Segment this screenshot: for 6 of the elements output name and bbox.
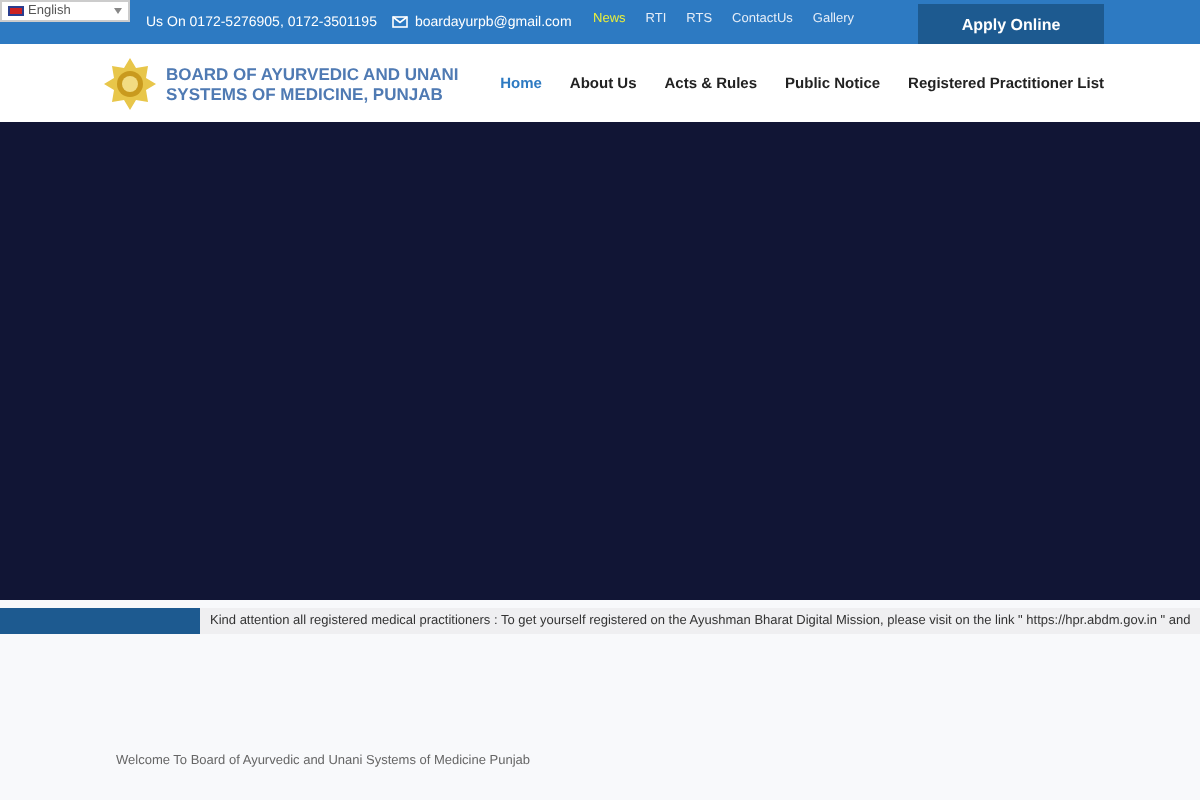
mail-icon xyxy=(392,16,409,28)
apply-online-button[interactable]: Apply Online xyxy=(918,4,1104,44)
emblem-icon xyxy=(104,57,156,109)
organization-name[interactable]: BOARD OF AYURVEDIC AND UNANI SYSTEMS OF MEDICINE, PUNJAB xyxy=(166,63,459,103)
flag-icon xyxy=(8,6,24,16)
caret-icon xyxy=(114,8,122,14)
